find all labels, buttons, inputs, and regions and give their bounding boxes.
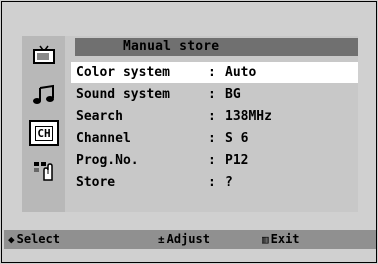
select-hint: ◆ Select <box>8 232 60 246</box>
row-label: Channel <box>76 131 131 146</box>
exit-hint: ▥ Exit <box>262 232 300 246</box>
row-value: 138MHz <box>225 109 272 124</box>
row-label: Store <box>76 175 116 190</box>
row-separator: : <box>208 175 216 190</box>
menu-row-channel[interactable]: Channel : S 6 <box>71 128 358 149</box>
row-separator: : <box>208 131 216 146</box>
row-label: Color system <box>76 65 170 80</box>
adjust-plusminus-icon: ± <box>158 233 165 246</box>
menu-row-sound-system[interactable]: Sound system : BG <box>71 84 358 105</box>
row-value: ? <box>225 175 233 190</box>
menu-row-prog-no[interactable]: Prog.No. : P12 <box>71 150 358 171</box>
select-hint-label: Select <box>16 232 60 246</box>
select-arrows-icon: ◆ <box>8 233 15 246</box>
row-separator: : <box>208 87 216 102</box>
menu-exit-icon: ▥ <box>262 233 269 246</box>
menu-row-search[interactable]: Search : 138MHz <box>71 106 358 127</box>
help-bar: ◆ Select ± Adjust ▥ Exit <box>4 230 376 249</box>
channel-icon-text: CH <box>35 125 53 141</box>
row-label: Search <box>76 109 123 124</box>
row-separator: : <box>208 65 216 80</box>
adjust-hint-label: Adjust <box>166 232 210 246</box>
tv-icon[interactable] <box>29 42 59 68</box>
row-value: Auto <box>225 65 257 80</box>
menu-icon-column: CH <box>22 36 65 212</box>
menu-panel: CH Manual store Color system : Auto Soun… <box>22 36 358 212</box>
menu-row-store[interactable]: Store : ? <box>71 172 358 193</box>
row-value: S 6 <box>225 131 249 146</box>
row-value: P12 <box>225 153 249 168</box>
menu-row-color-system[interactable]: Color system : Auto <box>71 62 358 83</box>
row-value: BG <box>225 87 241 102</box>
exit-hint-label: Exit <box>270 232 300 246</box>
osd-frame: CH Manual store Color system : Auto Soun… <box>1 1 377 263</box>
setup-icon[interactable] <box>29 158 59 184</box>
row-label: Sound system <box>76 87 170 102</box>
channel-icon[interactable]: CH <box>29 120 59 146</box>
sound-icon[interactable] <box>29 82 59 108</box>
row-label: Prog.No. <box>76 153 139 168</box>
row-separator: : <box>208 153 216 168</box>
menu-title-bar: Manual store <box>75 38 358 56</box>
adjust-hint: ± Adjust <box>158 232 210 246</box>
row-separator: : <box>208 109 216 124</box>
menu-title: Manual store <box>123 39 220 54</box>
